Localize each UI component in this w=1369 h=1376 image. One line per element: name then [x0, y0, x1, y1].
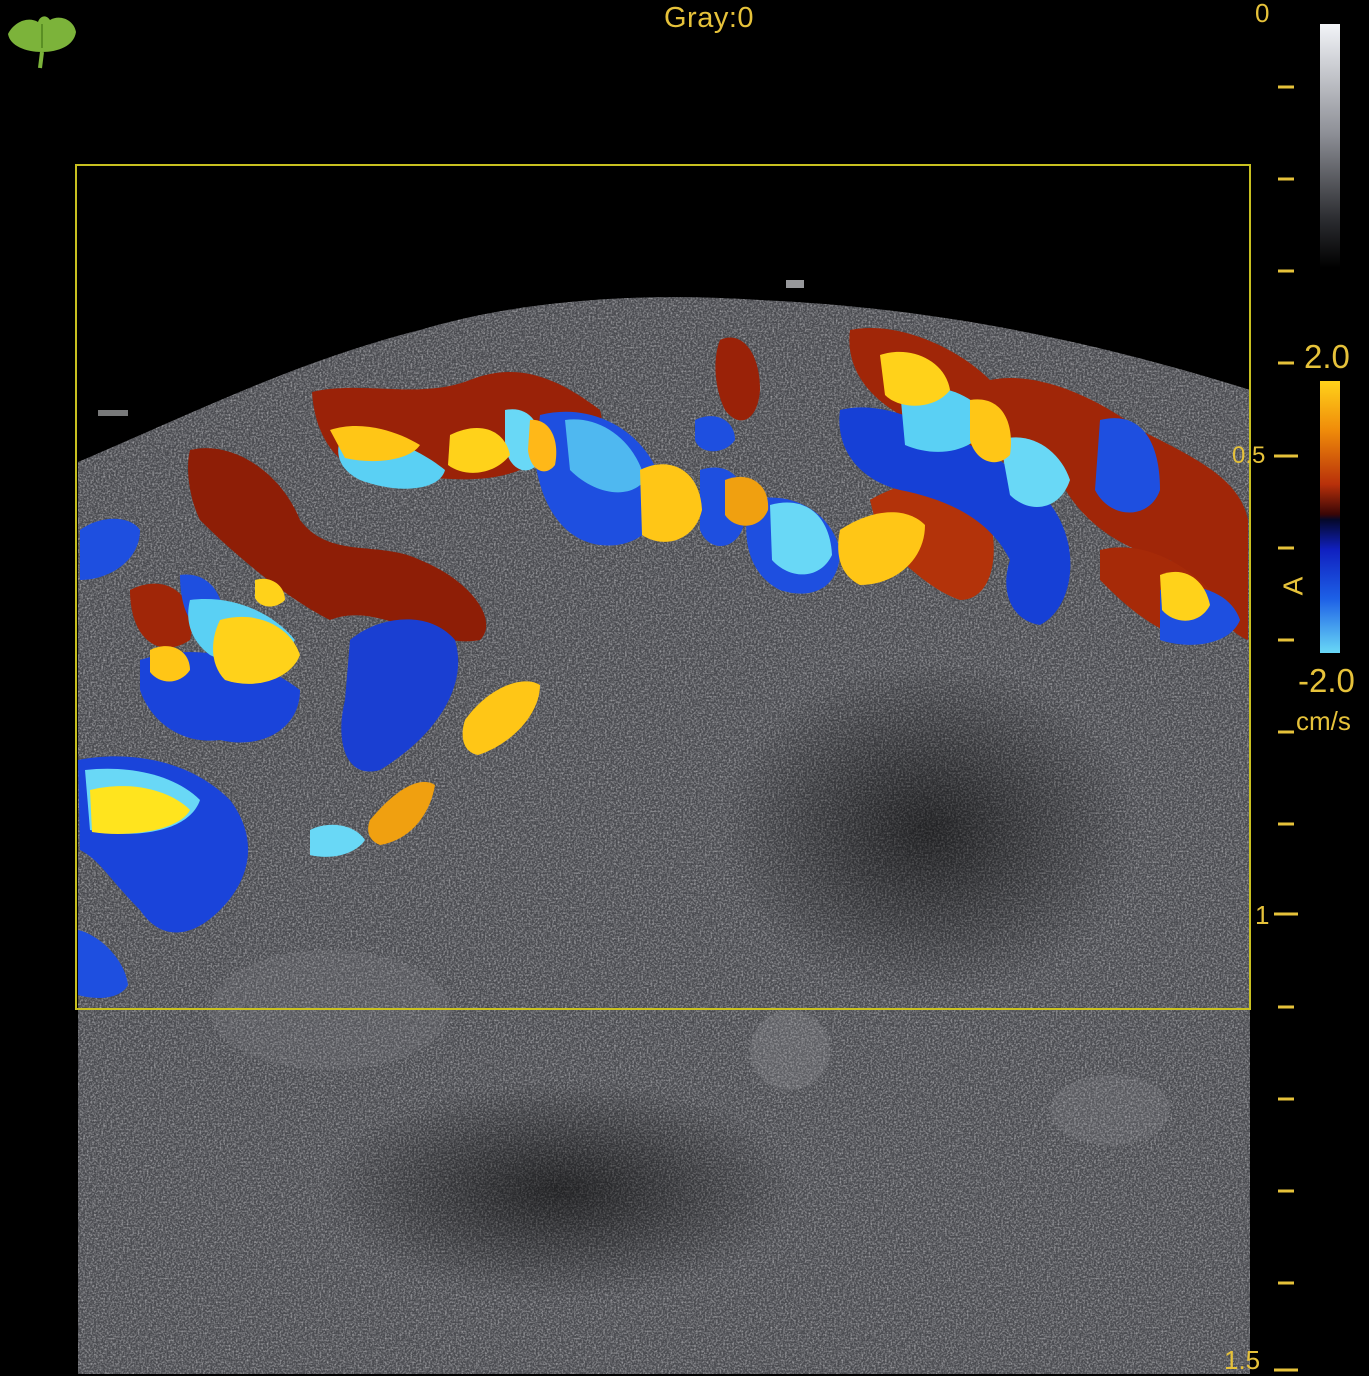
depth-label-0-5: 0.5	[1232, 442, 1266, 469]
velocity-unit-label: cm/s	[1296, 706, 1351, 736]
depth-label-0: 0	[1255, 0, 1270, 28]
velocity-min-label: -2.0	[1298, 662, 1355, 699]
velocity-color-bar	[1320, 381, 1340, 653]
ginkgo-leaf-icon	[8, 16, 76, 69]
grayscale-map-bar	[1320, 24, 1340, 268]
ultrasound-image	[75, 85, 1298, 1374]
depth-label-1: 1	[1255, 900, 1270, 930]
velocity-max-label: 2.0	[1304, 338, 1350, 375]
flow-direction-icon: A	[1277, 576, 1309, 596]
gray-map-label: Gray:0	[664, 2, 755, 34]
depth-label-1-5: 1.5	[1224, 1345, 1261, 1375]
depth-scale	[1274, 85, 1298, 1372]
